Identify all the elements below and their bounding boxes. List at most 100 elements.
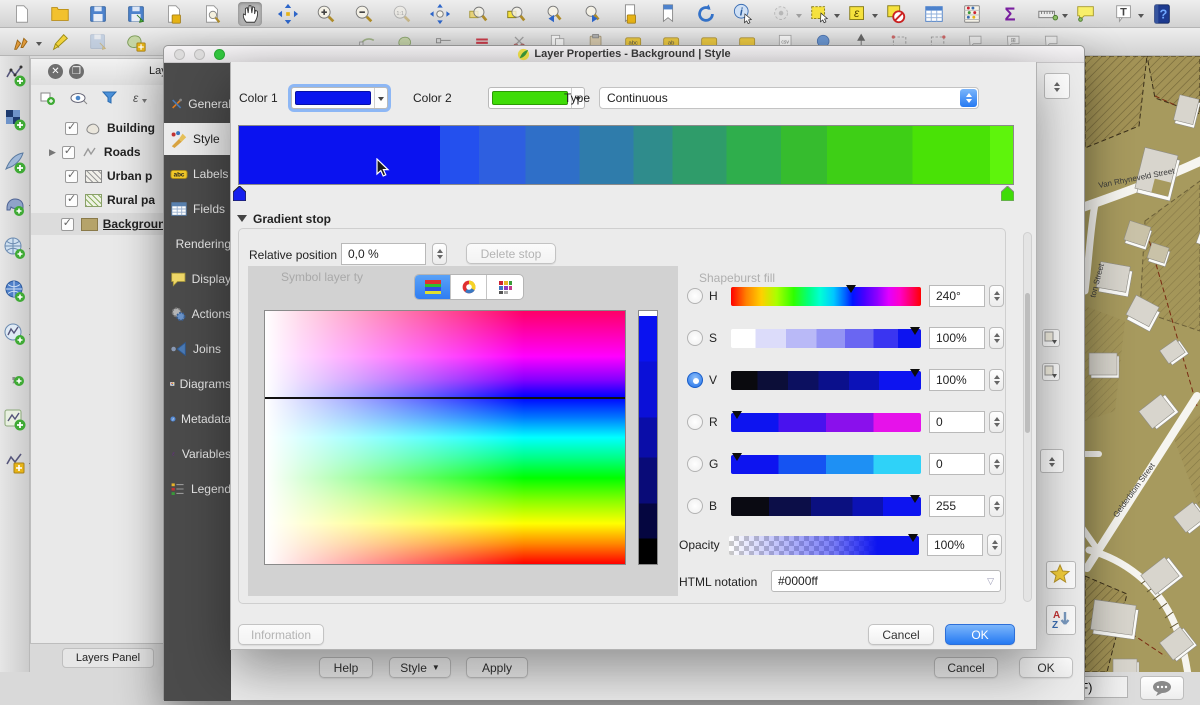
add-vector-layer-icon[interactable] (3, 64, 27, 88)
sidebar-item-style[interactable]: Style (164, 123, 231, 155)
pan-to-selection-icon[interactable] (276, 2, 300, 26)
new-bookmark-icon[interactable] (618, 2, 642, 26)
g-stepper[interactable] (989, 453, 1004, 475)
layer-row-rural[interactable]: Rural pa (31, 189, 164, 211)
expression-filter-icon[interactable]: ε (131, 90, 148, 105)
field-calculator-icon[interactable] (960, 2, 984, 26)
cancel-button[interactable]: Cancel (934, 657, 998, 678)
traffic-light-icon[interactable] (194, 49, 205, 60)
close-panel-icon[interactable]: ✕ (48, 64, 63, 79)
layer-row-roads[interactable]: ▶ Roads (31, 141, 164, 163)
add-wms-layer-icon[interactable] (3, 279, 27, 303)
tab-color-ramp[interactable] (415, 275, 451, 299)
help-button[interactable]: Help (319, 657, 373, 678)
layer-label[interactable]: Background (103, 217, 164, 231)
add-spatialite-layer-icon[interactable] (3, 236, 27, 260)
style-menu-button[interactable]: Style▼ (389, 657, 451, 678)
messages-button[interactable] (1140, 676, 1184, 700)
opacity-slider[interactable] (729, 536, 919, 555)
layer-label[interactable]: Urban p (107, 169, 152, 183)
data-defined-override-icon[interactable] (1042, 329, 1060, 347)
html-notation-input[interactable]: #0000ff ▽ (771, 570, 1001, 592)
information-button[interactable]: Information (238, 624, 324, 645)
type-select[interactable]: Continuous (599, 87, 979, 109)
zoom-last-icon[interactable] (542, 2, 566, 26)
ramp-ok-button[interactable]: OK (945, 624, 1015, 645)
help-icon[interactable]: ? (1150, 2, 1174, 26)
sidebar-item-general[interactable]: General (164, 88, 231, 120)
s-slider[interactable] (731, 329, 921, 348)
new-shapefile-layer-icon[interactable] (3, 408, 27, 432)
sidebar-item-variables[interactable]: ε Variables (164, 438, 231, 470)
r-radio[interactable] (687, 414, 703, 430)
layer-checkbox[interactable] (62, 146, 75, 159)
sort-button[interactable]: AZ (1046, 605, 1076, 635)
layer-row-buildings[interactable]: Building (31, 117, 164, 139)
traffic-light-green-icon[interactable] (214, 49, 225, 60)
h-slider[interactable] (731, 287, 921, 306)
hue-saturation-field[interactable] (264, 310, 626, 565)
filter-legend-icon[interactable] (102, 90, 117, 105)
h-value[interactable]: 240° (929, 285, 985, 307)
open-project-icon[interactable] (48, 2, 72, 26)
b-value[interactable]: 255 (929, 495, 985, 517)
map-tips-icon[interactable] (1074, 2, 1098, 26)
value-slider-vertical[interactable] (638, 310, 658, 565)
ok-button[interactable]: OK (1019, 657, 1073, 678)
color1-button[interactable] (291, 87, 388, 109)
manage-visibility-icon[interactable] (70, 90, 88, 105)
sidebar-item-legend[interactable]: Legend (164, 473, 231, 505)
sidebar-item-diagrams[interactable]: Diagrams (164, 368, 231, 400)
composer-manager-icon[interactable] (200, 2, 224, 26)
spinbox-stub[interactable] (1040, 449, 1064, 473)
sidebar-item-actions[interactable]: Actions (164, 298, 231, 330)
b-slider[interactable] (731, 497, 921, 516)
g-radio[interactable] (687, 456, 703, 472)
identify-features-icon[interactable]: i (732, 2, 756, 26)
disclosure-triangle-icon[interactable] (237, 215, 247, 227)
gradient-stop-start[interactable] (233, 186, 246, 201)
show-statistics-icon[interactable]: Σ (998, 2, 1022, 26)
b-radio[interactable] (687, 498, 703, 514)
select-by-expression-icon[interactable]: ε (846, 2, 870, 26)
traffic-light-icon[interactable] (174, 49, 185, 60)
zoom-full-icon[interactable] (428, 2, 452, 26)
ramp-cancel-button[interactable]: Cancel (868, 624, 934, 645)
save-project-as-icon[interactable] (124, 2, 148, 26)
zoom-to-selection-icon[interactable] (504, 2, 528, 26)
h-radio[interactable] (687, 288, 703, 304)
r-value[interactable]: 0 (929, 411, 985, 433)
delete-stop-button[interactable]: Delete stop (466, 243, 556, 264)
r-slider[interactable] (731, 413, 921, 432)
h-stepper[interactable] (989, 285, 1004, 307)
favorites-button[interactable] (1046, 561, 1076, 589)
gradient-preview[interactable] (238, 125, 1014, 185)
current-edits-icon[interactable] (10, 30, 34, 54)
run-feature-action-icon[interactable] (770, 2, 794, 26)
measure-line-icon[interactable] (1036, 2, 1060, 26)
add-raster-layer-icon[interactable] (3, 107, 27, 131)
layer-checkbox[interactable] (65, 170, 78, 183)
layer-checkbox[interactable] (65, 122, 78, 135)
zoom-out-icon[interactable] (352, 2, 376, 26)
opacity-value[interactable]: 100% (927, 534, 983, 556)
open-attribute-table-icon[interactable] (922, 2, 946, 26)
v-radio[interactable] (687, 372, 703, 388)
add-oracle-layer-icon[interactable]: , (3, 365, 27, 389)
zoom-to-layer-icon[interactable] (466, 2, 490, 26)
spinbox-stub[interactable] (1044, 73, 1070, 99)
layer-row-background[interactable]: Background (31, 213, 164, 235)
tab-color-wheel[interactable] (451, 275, 487, 299)
sidebar-item-joins[interactable]: Joins (164, 333, 231, 365)
sidebar-item-fields[interactable]: Fields (164, 193, 231, 225)
layer-label[interactable]: Roads (104, 145, 141, 159)
gradient-stop-header[interactable]: Gradient stop (237, 210, 331, 227)
g-slider[interactable] (731, 455, 921, 474)
b-stepper[interactable] (989, 495, 1004, 517)
new-project-icon[interactable] (10, 2, 34, 26)
pan-map-icon[interactable] (238, 2, 262, 26)
relative-position-stepper[interactable] (432, 243, 447, 265)
expand-arrow-icon[interactable]: ▶ (49, 147, 56, 158)
show-bookmarks-icon[interactable] (656, 2, 680, 26)
layers-panel-tab[interactable]: Layers Panel (62, 648, 154, 668)
